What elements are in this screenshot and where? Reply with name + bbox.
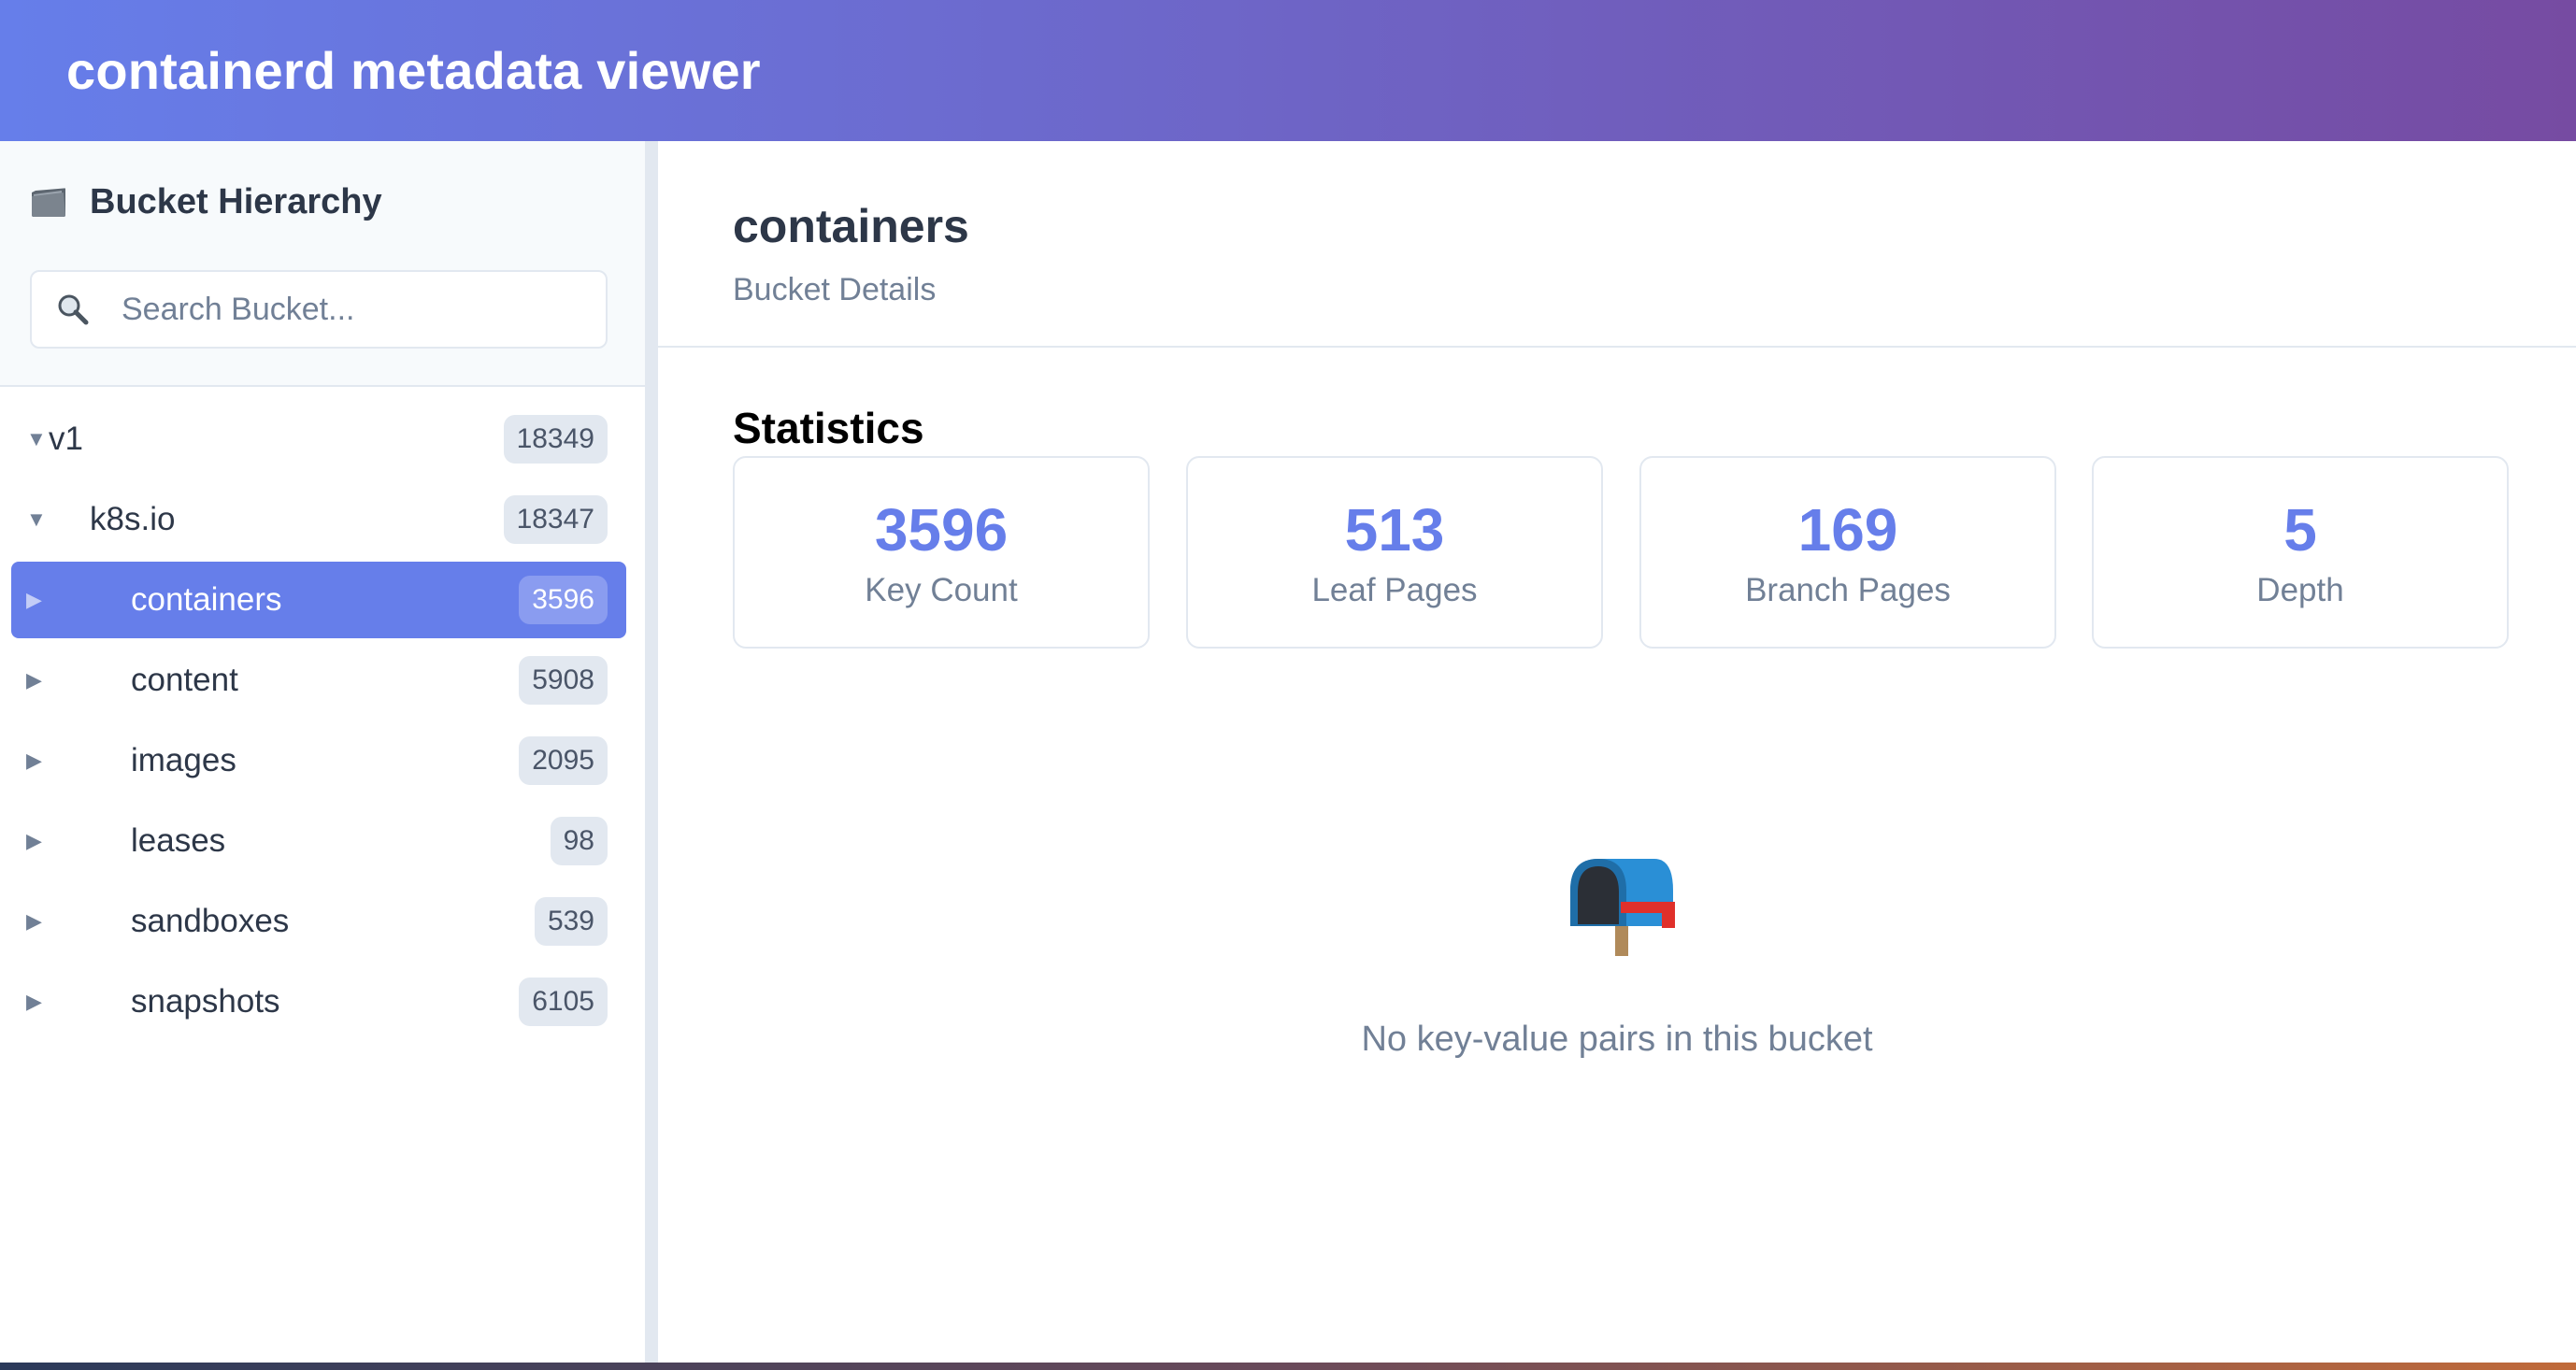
sidebar-header: Bucket Hierarchy — [0, 141, 645, 387]
tree-item-label: v1 — [49, 421, 83, 457]
search-input[interactable] — [122, 291, 589, 328]
tree-item-label: images — [131, 742, 236, 778]
app-header: containerd metadata viewer — [0, 0, 2576, 141]
search-box[interactable] — [30, 270, 608, 349]
tree-item-images[interactable]: ▶ images 2095 — [11, 722, 626, 799]
statistics-heading: Statistics — [733, 404, 924, 452]
bucket-header: containers Bucket Details — [658, 141, 2576, 348]
tree-item-content[interactable]: ▶ content 5908 — [11, 642, 626, 719]
tree-item-containers[interactable]: ▶ containers 3596 — [11, 562, 626, 638]
sidebar-resize-handle[interactable] — [645, 141, 658, 1363]
stat-label: Leaf Pages — [1311, 572, 1478, 608]
tree-item-sandboxes[interactable]: ▶ sandboxes 539 — [11, 883, 626, 960]
folder-icon — [30, 187, 67, 219]
window-bottom-edge — [0, 1363, 2576, 1370]
chevron-down-icon[interactable]: ▼ — [26, 429, 47, 450]
sidebar: Bucket Hierarchy ▼ v1 18349 ▼ k8s.io 183… — [0, 141, 645, 1363]
chevron-right-icon[interactable]: ▶ — [26, 670, 42, 691]
stat-card-branch-pages: 169 Branch Pages — [1639, 456, 2056, 649]
tree-item-label: containers — [131, 581, 282, 618]
tree-item-label: content — [131, 662, 238, 698]
count-badge: 98 — [550, 817, 608, 865]
stat-label: Branch Pages — [1745, 572, 1951, 608]
tree-item-k8s-io[interactable]: ▼ k8s.io 18347 — [11, 481, 626, 558]
tree-item-label: k8s.io — [90, 501, 176, 537]
bucket-title: containers — [733, 200, 969, 252]
chevron-right-icon[interactable]: ▶ — [26, 992, 42, 1012]
stat-value: 3596 — [874, 496, 1009, 564]
tree-item-v1[interactable]: ▼ v1 18349 — [11, 401, 626, 478]
count-badge: 18347 — [503, 495, 608, 544]
search-icon — [56, 293, 90, 326]
chevron-right-icon[interactable]: ▶ — [26, 750, 42, 771]
count-badge: 2095 — [519, 736, 608, 785]
stat-value: 169 — [1797, 496, 1898, 564]
tree-item-label: leases — [131, 822, 226, 859]
main-panel: containers Bucket Details Statistics 359… — [658, 141, 2576, 1363]
count-badge: 6105 — [519, 978, 608, 1026]
tree-item-label: sandboxes — [131, 903, 290, 939]
stat-label: Depth — [2256, 572, 2344, 608]
sidebar-title: Bucket Hierarchy — [90, 182, 382, 221]
stat-card-leaf-pages: 513 Leaf Pages — [1186, 456, 1603, 649]
tree-item-label: snapshots — [131, 983, 280, 1020]
chevron-right-icon[interactable]: ▶ — [26, 590, 42, 610]
stat-label: Key Count — [865, 572, 1018, 608]
tree-item-leases[interactable]: ▶ leases 98 — [11, 803, 626, 879]
bucket-subtitle: Bucket Details — [733, 272, 937, 307]
count-badge: 18349 — [503, 415, 608, 464]
stat-card-key-count: 3596 Key Count — [733, 456, 1150, 649]
chevron-down-icon[interactable]: ▼ — [26, 509, 47, 530]
sidebar-title-row: Bucket Hierarchy — [30, 182, 382, 222]
tree-item-snapshots[interactable]: ▶ snapshots 6105 — [11, 963, 626, 1040]
chevron-right-icon[interactable]: ▶ — [26, 911, 42, 932]
chevron-right-icon[interactable]: ▶ — [26, 831, 42, 851]
app-title: containerd metadata viewer — [66, 41, 761, 100]
mailbox-icon — [1565, 853, 1679, 956]
count-badge: 5908 — [519, 656, 608, 705]
stat-value: 5 — [2283, 496, 2317, 564]
stat-value: 513 — [1344, 496, 1445, 564]
empty-state-message: No key-value pairs in this bucket — [1361, 1020, 1873, 1059]
count-badge: 3596 — [519, 576, 608, 624]
stat-card-depth: 5 Depth — [2092, 456, 2509, 649]
count-badge: 539 — [534, 897, 608, 946]
